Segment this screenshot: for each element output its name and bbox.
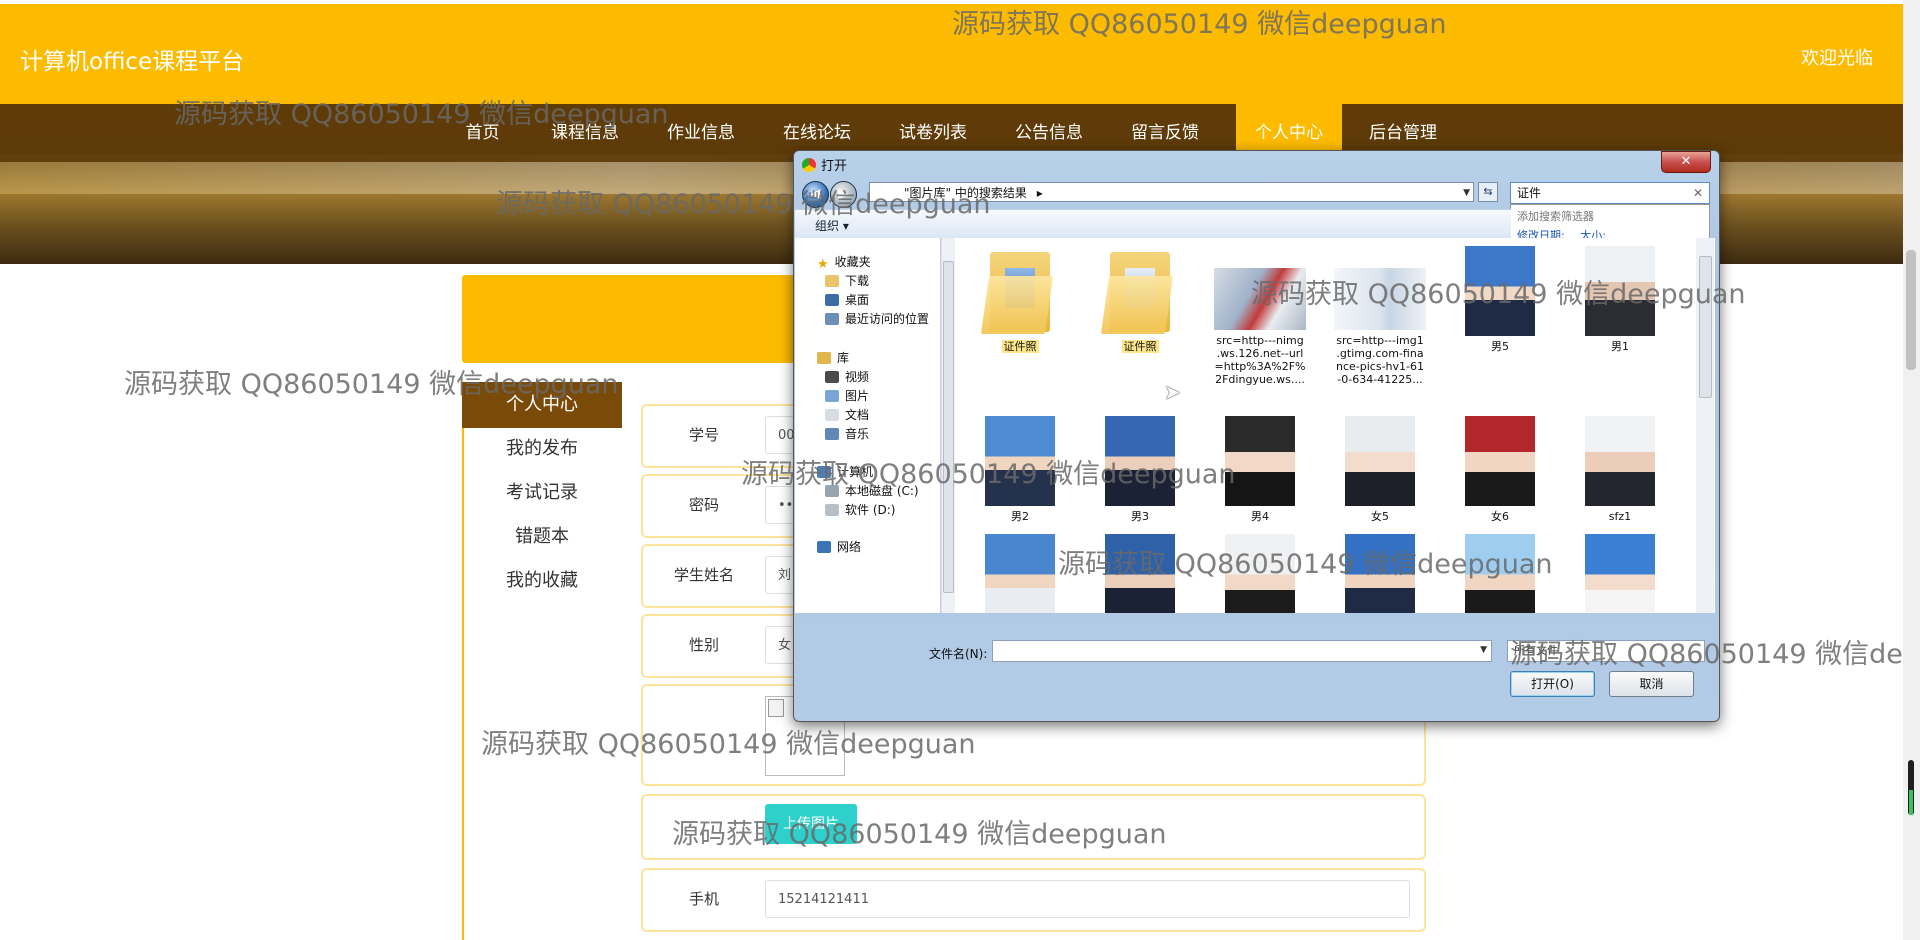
disk-icon [825, 504, 839, 516]
tree-network[interactable]: 网络 [817, 537, 861, 557]
watermark-text: 源码获取 QQ86050149 微信deepguan [1058, 549, 1553, 580]
downloads-folder-icon [825, 275, 839, 287]
file-item[interactable]: 证件照 [965, 246, 1075, 353]
tree-documents[interactable]: 文档 [825, 405, 869, 425]
page-scrollbar-thumb[interactable] [1906, 250, 1916, 370]
cancel-button[interactable]: 取消 [1609, 671, 1694, 697]
pictures-icon [825, 390, 839, 402]
watermark-text: 源码获取 QQ86050149 微信deepguan [672, 819, 1167, 850]
photo-thumbnail [1585, 534, 1655, 613]
nav-homework-info[interactable]: 作业信息 [656, 104, 746, 162]
network-icon [817, 541, 831, 553]
watermark-text: 源码获取 QQ86050149 微信deepguan [496, 189, 991, 220]
chevron-down-icon[interactable]: ▼ [1463, 183, 1470, 203]
file-item[interactable]: src=http---img1 .gtimg.com-fina nce-pics-h… [1325, 246, 1435, 386]
music-icon [825, 428, 839, 440]
tree-recent[interactable]: 最近访问的位置 [825, 309, 929, 329]
watermark-text: 源码获取 QQ86050149 微信deepguan [124, 369, 619, 400]
welcome-text: 欢迎光临 [1801, 48, 1873, 69]
photo-thumbnail [985, 534, 1055, 613]
tree-disk-d[interactable]: 软件 (D:) [825, 500, 895, 520]
file-item[interactable]: 女5 [1325, 416, 1435, 523]
tree-pictures[interactable]: 图片 [825, 386, 869, 406]
photo-thumbnail [1345, 416, 1415, 506]
library-icon [817, 352, 831, 364]
address-arrow-icon: ▸ [1036, 186, 1043, 200]
documents-icon [825, 409, 839, 421]
filename-input[interactable]: ▼ [992, 640, 1492, 662]
name-label: 学生姓名 [673, 566, 734, 584]
tree-library[interactable]: 库 [817, 348, 849, 368]
mouse-cursor-icon: ➤ [1164, 380, 1181, 404]
phone-label: 手机 [688, 890, 719, 908]
file-item[interactable]: sfz1 [1565, 416, 1675, 523]
chevron-down-icon[interactable]: ▼ [1480, 645, 1487, 655]
gender-label: 性别 [688, 636, 719, 654]
desktop-icon [825, 294, 839, 306]
tree-downloads[interactable]: 下载 [825, 271, 869, 291]
watermark-text: 源码获取 QQ86050149 微信deepguan [1251, 279, 1746, 310]
search-query: 证件 [1517, 186, 1542, 200]
dialog-title: 打开 [821, 159, 848, 174]
filter-title: 添加搜索筛选器 [1517, 210, 1594, 223]
phone-field[interactable]: 15214121411 [765, 880, 1410, 918]
file-item[interactable]: src=http---nimg .ws.126.net--url =http%3A%… [1205, 246, 1315, 386]
photo-thumbnail [1585, 416, 1655, 506]
tree-desktop[interactable]: 桌面 [825, 290, 869, 310]
watermark-text: 源码获取 QQ86050149 微信deepguan [1510, 639, 1903, 670]
navigation-pane: ★ 收藏夹 下载 桌面 最近访问的位置 库 视频 图片 文档 音乐 计算机 本地磁 [795, 238, 941, 613]
recent-places-icon [825, 313, 839, 325]
side-widget-indicator [1909, 790, 1913, 815]
sidebar-item-my-posts[interactable]: 我的发布 [462, 427, 622, 471]
watermark-text: 源码获取 QQ86050149 微信deepguan [481, 729, 976, 760]
chrome-icon [802, 158, 816, 172]
star-icon: ★ [817, 257, 829, 272]
tree-music[interactable]: 音乐 [825, 424, 869, 444]
sidebar-item-exam-records[interactable]: 考试记录 [462, 471, 622, 515]
form-row-phone: 手机 15214121411 [641, 868, 1426, 932]
video-icon [825, 371, 839, 383]
watermark-text: 源码获取 QQ86050149 微信deepguan [741, 459, 1236, 490]
file-item[interactable] [1565, 534, 1675, 613]
file-item[interactable]: 证件照 [1085, 246, 1195, 353]
clear-search-icon[interactable]: ✕ [1693, 183, 1703, 203]
tree-scrollbar-thumb[interactable] [943, 261, 954, 593]
refresh-icon[interactable]: ⇆ [1478, 182, 1498, 202]
dialog-close-button[interactable]: ✕ [1661, 151, 1711, 173]
site-title[interactable]: 计算机office课程平台 [20, 42, 244, 76]
search-input[interactable]: 证件 ✕ [1510, 182, 1710, 204]
file-item[interactable]: 女6 [1445, 416, 1555, 523]
folder-icon [980, 246, 1055, 336]
sidebar-item-favorites[interactable]: 我的收藏 [462, 559, 622, 603]
watermark-text: 源码获取 QQ86050149 微信deepguan [174, 99, 669, 130]
tree-favorites[interactable]: ★ 收藏夹 [817, 252, 871, 272]
filename-label: 文件名(N): [929, 647, 988, 661]
photo-thumbnail [1465, 416, 1535, 506]
sidebar-item-wrong-questions[interactable]: 错题本 [462, 515, 622, 559]
folder-icon [1100, 246, 1175, 336]
open-button[interactable]: 打开(O) [1510, 671, 1595, 697]
tree-videos[interactable]: 视频 [825, 367, 869, 387]
watermark-text: 源码获取 QQ86050149 微信deepguan [952, 9, 1447, 40]
